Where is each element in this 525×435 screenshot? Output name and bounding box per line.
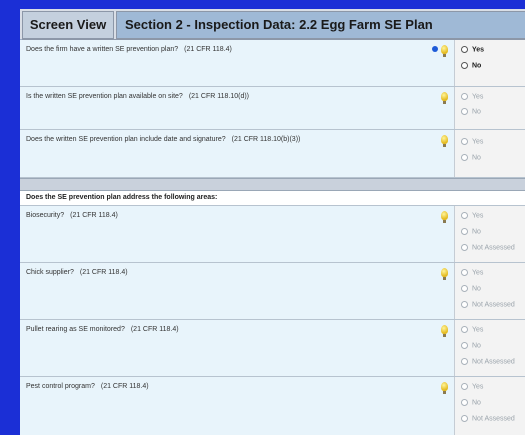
lightbulb-icon[interactable] <box>441 45 448 57</box>
question-row: Chick supplier? (21 CFR 118.4) Yes No Not… <box>20 263 525 320</box>
option-yes[interactable]: Yes <box>461 326 483 333</box>
option-no[interactable]: No <box>461 399 481 406</box>
question-text: Pullet rearing as SE monitored? (21 CFR 1… <box>26 326 179 333</box>
question-text: Does the written SE prevention plan incl… <box>26 136 301 143</box>
answer-group: Yes No <box>454 130 525 177</box>
option-yes[interactable]: Yes <box>461 212 483 219</box>
question-row: Pest control program? (21 CFR 118.4) Yes … <box>20 377 525 435</box>
tab-bar: Screen View Section 2 - Inspection Data:… <box>20 9 525 40</box>
radio-icon[interactable] <box>461 108 468 115</box>
radio-icon[interactable] <box>461 138 468 145</box>
inspection-window: Screen View Section 2 - Inspection Data:… <box>20 9 525 435</box>
info-dot-icon <box>432 46 438 52</box>
section-divider <box>20 178 525 191</box>
tab-section-title[interactable]: Section 2 - Inspection Data: 2.2 Egg Far… <box>116 11 525 39</box>
option-not-assessed[interactable]: Not Assessed <box>461 301 515 308</box>
tab-screen-view[interactable]: Screen View <box>22 11 114 39</box>
radio-icon[interactable] <box>461 228 468 235</box>
answer-group: Yes No Not Assessed <box>454 263 525 319</box>
answer-group: Yes No <box>454 87 525 129</box>
option-not-assessed[interactable]: Not Assessed <box>461 415 515 422</box>
option-yes[interactable]: Yes <box>461 383 483 390</box>
radio-icon[interactable] <box>461 301 468 308</box>
question-row: Does the written SE prevention plan incl… <box>20 130 525 178</box>
question-text: Does the firm have a written SE preventi… <box>26 46 232 53</box>
question-text: Is the written SE prevention plan availa… <box>26 93 249 100</box>
lightbulb-icon[interactable] <box>441 92 448 104</box>
option-not-assessed[interactable]: Not Assessed <box>461 358 515 365</box>
radio-icon[interactable] <box>461 46 468 53</box>
question-text: Pest control program? (21 CFR 118.4) <box>26 383 149 390</box>
option-yes[interactable]: Yes <box>461 269 483 276</box>
option-yes[interactable]: Yes <box>461 93 483 100</box>
lightbulb-icon[interactable] <box>441 382 448 394</box>
option-yes[interactable]: Yes <box>461 138 483 145</box>
radio-icon[interactable] <box>461 383 468 390</box>
answer-group: Yes No Not Assessed <box>454 206 525 262</box>
radio-icon[interactable] <box>461 358 468 365</box>
option-no[interactable]: No <box>461 154 481 161</box>
radio-icon[interactable] <box>461 212 468 219</box>
radio-icon[interactable] <box>461 62 468 69</box>
radio-icon[interactable] <box>461 93 468 100</box>
option-no[interactable]: No <box>461 228 481 235</box>
lightbulb-icon[interactable] <box>441 325 448 337</box>
question-row: Does the firm have a written SE preventi… <box>20 40 525 87</box>
radio-icon[interactable] <box>461 285 468 292</box>
radio-icon[interactable] <box>461 269 468 276</box>
question-row: Is the written SE prevention plan availa… <box>20 87 525 130</box>
answer-group: Yes No Not Assessed <box>454 320 525 376</box>
option-no[interactable]: No <box>461 108 481 115</box>
question-row: Pullet rearing as SE monitored? (21 CFR 1… <box>20 320 525 377</box>
radio-icon[interactable] <box>461 244 468 251</box>
radio-icon[interactable] <box>461 399 468 406</box>
question-row: Biosecurity? (21 CFR 118.4) Yes No Not As… <box>20 206 525 263</box>
lightbulb-icon[interactable] <box>441 211 448 223</box>
option-no[interactable]: No <box>461 62 481 69</box>
answer-group: Yes No Not Assessed <box>454 377 525 435</box>
radio-icon[interactable] <box>461 342 468 349</box>
question-text: Chick supplier? (21 CFR 118.4) <box>26 269 128 276</box>
answer-group: Yes No <box>454 40 525 86</box>
lightbulb-icon[interactable] <box>441 268 448 280</box>
option-no[interactable]: No <box>461 285 481 292</box>
section-heading: Does the SE prevention plan address the … <box>20 191 525 206</box>
option-yes[interactable]: Yes <box>461 46 484 53</box>
radio-icon[interactable] <box>461 326 468 333</box>
option-not-assessed[interactable]: Not Assessed <box>461 244 515 251</box>
radio-icon[interactable] <box>461 415 468 422</box>
radio-icon[interactable] <box>461 154 468 161</box>
lightbulb-icon[interactable] <box>441 135 448 147</box>
question-text: Biosecurity? (21 CFR 118.4) <box>26 212 118 219</box>
option-no[interactable]: No <box>461 342 481 349</box>
